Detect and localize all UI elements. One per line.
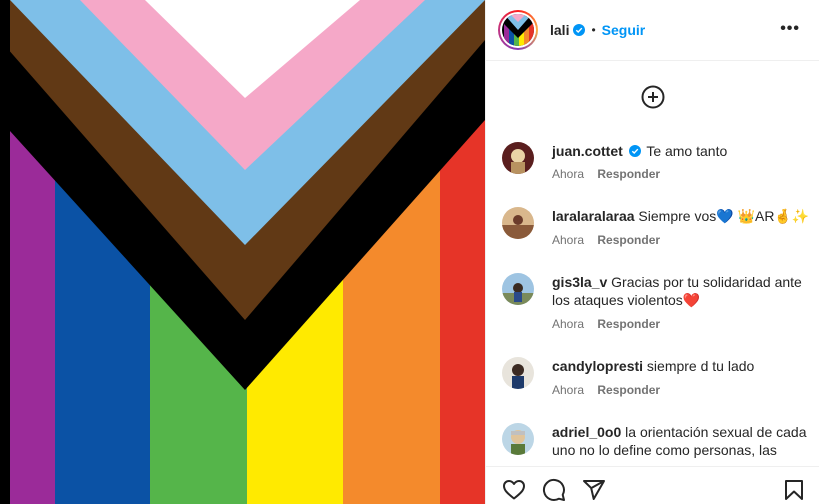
share-icon[interactable] [582, 478, 606, 502]
comment-meta: Ahora Responder [552, 317, 670, 331]
commenter-avatar[interactable] [502, 357, 534, 389]
author-username[interactable]: lali [550, 22, 569, 38]
comment-username[interactable]: laralaralaraa [552, 208, 635, 224]
comment-username[interactable]: adriel_0o0 [552, 424, 621, 440]
commenter-avatar[interactable] [502, 273, 534, 305]
comment-username[interactable]: gis3la_v [552, 274, 607, 290]
post-header: lali • Seguir ••• [486, 0, 819, 61]
comment-text: adriel_0o0 la orientación sexual de cada… [552, 423, 810, 459]
comment-time: Ahora [552, 383, 585, 397]
commenter-avatar[interactable] [502, 142, 534, 174]
add-circle-icon[interactable] [641, 85, 665, 109]
commenter-avatar[interactable] [502, 423, 534, 455]
comment-time: Ahora [552, 167, 585, 181]
author-avatar[interactable] [498, 10, 538, 50]
comment-body: Siempre vos💙 👑AR🤞✨ [638, 208, 810, 224]
pride-flag-avatar-icon [502, 14, 534, 46]
comment-icon[interactable] [542, 478, 566, 502]
reply-button[interactable]: Responder [597, 233, 660, 247]
comment-username[interactable]: candylopresti [552, 358, 643, 374]
comment-meta: Ahora Responder [552, 383, 670, 397]
commenter-avatar[interactable] [502, 207, 534, 239]
reply-button[interactable]: Responder [597, 167, 660, 181]
reply-button[interactable]: Responder [597, 383, 660, 397]
post-media[interactable] [0, 0, 485, 504]
comment-meta: Ahora Responder [552, 233, 670, 247]
comment-username[interactable]: juan.cottet [552, 143, 623, 159]
comment-text: juan.cottet Te amo tanto [552, 142, 810, 160]
heart-icon[interactable] [502, 478, 526, 502]
reply-button[interactable]: Responder [597, 317, 660, 331]
more-options-icon[interactable]: ••• [780, 21, 800, 37]
comment-text: candylopresti siempre d tu lado [552, 357, 810, 375]
comment-text: gis3la_v Gracias por tu solidaridad ante… [552, 273, 810, 309]
comment-body: siempre d tu lado [646, 358, 755, 374]
comment-text: laralaralaraa Siempre vos💙 👑AR🤞✨ [552, 207, 810, 225]
header-separator: • [591, 23, 596, 37]
comment-time: Ahora [552, 233, 585, 247]
verified-badge-icon [573, 24, 586, 36]
progress-pride-flag-image [0, 0, 485, 504]
bookmark-icon[interactable] [782, 478, 806, 502]
comment-meta: Ahora Responder [552, 167, 670, 181]
post-action-bar [486, 466, 819, 504]
comment-time: Ahora [552, 317, 585, 331]
follow-button[interactable]: Seguir [602, 22, 646, 38]
comments-panel: lali • Seguir ••• juan.cottet Te amo tan… [485, 0, 819, 504]
comment-body: Te amo tanto [646, 143, 728, 159]
verified-badge-icon [628, 145, 641, 157]
